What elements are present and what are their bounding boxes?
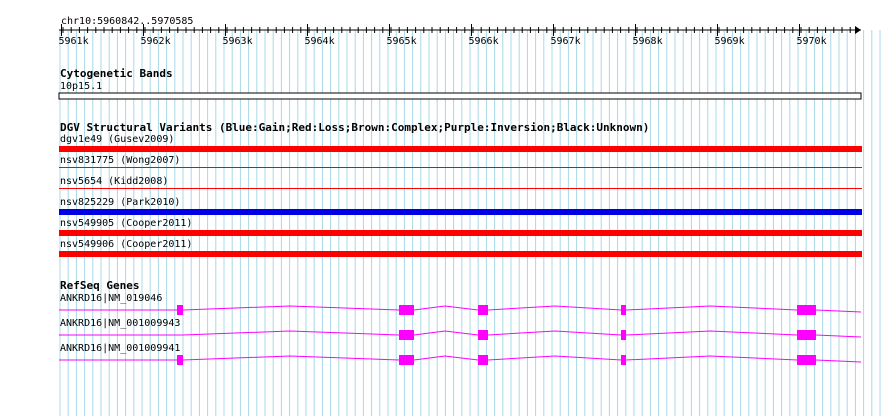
exon-block xyxy=(478,305,488,315)
cytoband-ideogram xyxy=(58,92,862,100)
exon-block xyxy=(797,355,816,365)
ruler-tick-label: 5963k xyxy=(223,36,253,47)
dgv-variant-bar[interactable] xyxy=(59,230,862,236)
dgv-variant-label[interactable]: dgv1e49 (Gusev2009) xyxy=(60,134,174,145)
dgv-variant-bar[interactable] xyxy=(59,209,862,215)
exon-block xyxy=(399,355,414,365)
refseq-track-title: RefSeq Genes xyxy=(60,279,140,292)
exon-block xyxy=(621,355,626,365)
dgv-track-title: DGV Structural Variants (Blue:Gain;Red:L… xyxy=(60,121,650,134)
dgv-variant-label[interactable]: nsv831775 (Wong2007) xyxy=(60,155,180,166)
ruler-tick-label: 5969k xyxy=(715,36,745,47)
gene-transcript-model[interactable] xyxy=(0,350,890,370)
exon-block xyxy=(177,355,183,365)
ruler-tick-label: 5968k xyxy=(633,36,663,47)
gene-transcript-model[interactable] xyxy=(0,300,890,320)
dgv-variant-label[interactable]: nsv549906 (Cooper2011) xyxy=(60,239,192,250)
ruler-tick-label: 5964k xyxy=(305,36,335,47)
exon-block xyxy=(478,355,488,365)
position-ruler: 5961k 5962k 5963k 5964k 5965k 5966k 5967k 5968k… xyxy=(59,24,861,47)
ruler-tick-label: 5961k xyxy=(59,36,89,47)
dgv-variant-bar[interactable] xyxy=(59,167,862,168)
exon-block xyxy=(399,305,414,315)
exon-block xyxy=(797,330,816,340)
exon-block xyxy=(621,305,626,315)
ruler-tick-label: 5965k xyxy=(387,36,417,47)
genome-browser-view: chr10:5960842..5970585 5961k 5962k 5963k 59… xyxy=(0,0,890,416)
gene-transcript-model[interactable] xyxy=(0,325,890,345)
exon-block xyxy=(399,330,414,340)
dgv-variant-label[interactable]: nsv549905 (Cooper2011) xyxy=(60,218,192,229)
exon-block xyxy=(621,330,626,340)
dgv-variant-bar[interactable] xyxy=(59,146,862,152)
cytoband-track-title: Cytogenetic Bands xyxy=(60,67,173,80)
ruler-tick-label: 5970k xyxy=(797,36,827,47)
ruler-tick-label: 5967k xyxy=(551,36,581,47)
exon-block xyxy=(177,305,183,315)
exon-block xyxy=(478,330,488,340)
dgv-variant-label[interactable]: nsv5654 (Kidd2008) xyxy=(60,176,168,187)
ruler-tick-label: 5962k xyxy=(141,36,171,47)
intron-line xyxy=(59,330,862,338)
exon-block xyxy=(797,305,816,315)
dgv-variant-bar[interactable] xyxy=(59,251,862,257)
dgv-variant-label[interactable]: nsv825229 (Park2010) xyxy=(60,197,180,208)
ruler-arrow xyxy=(855,26,861,34)
ruler-tick-label: 5966k xyxy=(469,36,499,47)
dgv-variant-bar[interactable] xyxy=(59,188,862,189)
